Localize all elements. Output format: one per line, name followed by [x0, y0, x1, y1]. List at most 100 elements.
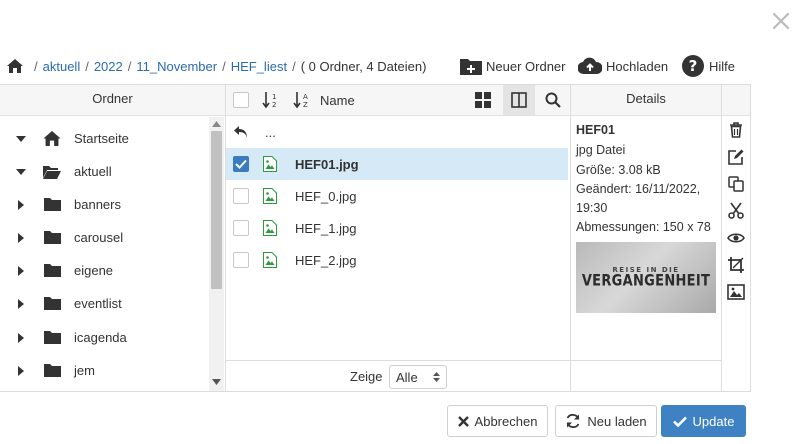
folder-plus-icon — [460, 57, 482, 75]
new-folder-label: Neuer Ordner — [486, 58, 566, 74]
divider — [570, 84, 571, 392]
file-checkbox[interactable] — [233, 252, 249, 268]
breadcrumb-hef-liest[interactable]: HEF_liest — [231, 59, 287, 74]
image-icon[interactable] — [727, 283, 745, 301]
breadcrumb-2022[interactable]: 2022 — [94, 59, 123, 74]
caret-down-icon[interactable] — [14, 132, 28, 146]
breadcrumb-november[interactable]: 11_November — [136, 59, 217, 74]
tree-item-icagenda[interactable]: icagenda — [14, 321, 127, 354]
tree-item-banners[interactable]: banners — [14, 188, 121, 221]
breadcrumb-aktuell[interactable]: aktuell — [43, 59, 81, 74]
breadcrumb-separator: / — [292, 58, 296, 74]
folders-panel-title: Ordner — [92, 91, 133, 106]
reload-button[interactable]: Neu laden — [555, 405, 657, 437]
close-icon[interactable] — [770, 10, 792, 32]
image-preview: REISE IN DIE VERGANGENHEIT — [576, 242, 716, 313]
tree-item-label: Startseite — [74, 131, 129, 146]
cancel-button[interactable]: Abbrechen — [447, 405, 548, 437]
tree-item-startseite[interactable]: Startseite — [14, 122, 129, 155]
back-arrow-icon — [234, 126, 249, 138]
scrollbar-thumb[interactable] — [211, 131, 222, 289]
home-icon — [42, 131, 62, 147]
parent-folder-row[interactable]: ... — [226, 116, 568, 148]
details-filename: HEF01 — [576, 123, 615, 137]
folder-icon — [42, 197, 62, 213]
scroll-up-icon[interactable] — [212, 121, 221, 127]
file-checkbox[interactable] — [233, 156, 249, 172]
caret-right-icon[interactable] — [14, 231, 28, 245]
file-name: HEF_2.jpg — [295, 252, 357, 268]
caret-right-icon[interactable] — [14, 297, 28, 311]
tree-item-carousel[interactable]: carousel — [14, 221, 123, 254]
show-select[interactable]: Alle — [389, 365, 447, 389]
tree-item-label: icagenda — [74, 330, 127, 345]
search-icon[interactable] — [545, 92, 561, 108]
svg-text:2: 2 — [272, 101, 276, 109]
file-row[interactable]: HEF01.jpg — [226, 148, 568, 180]
file-checkbox[interactable] — [233, 188, 249, 204]
folders-scrollbar[interactable] — [209, 117, 224, 391]
details-changed-time: 19:30 — [576, 201, 608, 215]
preview-text-main: VERGANGENHEIT — [581, 272, 711, 291]
image-file-icon — [263, 220, 279, 236]
caret-right-icon[interactable] — [14, 331, 28, 345]
caret-right-icon[interactable] — [14, 198, 28, 212]
sort-ascending-icon[interactable]: 12 — [262, 91, 280, 109]
image-file-icon — [263, 252, 279, 268]
name-column-header[interactable]: Name — [320, 93, 355, 108]
show-label: Zeige — [350, 369, 383, 384]
breadcrumb-separator: / — [127, 58, 132, 74]
help-label: Hilfe — [709, 58, 736, 74]
split-view-button[interactable] — [503, 85, 535, 115]
new-folder-button[interactable]: Neuer Ordner — [460, 54, 565, 78]
sort-alpha-icon[interactable]: AZ — [293, 91, 311, 109]
tree-item-aktuell[interactable]: aktuell — [14, 155, 112, 188]
scroll-down-icon[interactable] — [212, 379, 221, 385]
file-name: HEF_1.jpg — [295, 220, 357, 236]
folder-icon — [42, 296, 62, 312]
help-button[interactable]: ? Hilfe — [681, 54, 735, 78]
copy-icon[interactable] — [727, 175, 745, 193]
svg-text:1: 1 — [272, 93, 276, 101]
folder-icon — [42, 230, 62, 246]
caret-right-icon[interactable] — [14, 364, 28, 378]
divider — [0, 391, 751, 392]
caret-down-icon[interactable] — [14, 165, 28, 179]
caret-right-icon[interactable] — [14, 264, 28, 278]
details-changed: Geändert: 16/11/2022, — [576, 182, 701, 196]
home-icon[interactable] — [7, 59, 23, 73]
cut-icon[interactable] — [727, 202, 745, 220]
tree-item-eventlist[interactable]: eventlist — [14, 287, 122, 320]
folder-icon — [42, 263, 62, 279]
tree-item-label: aktuell — [74, 164, 112, 179]
preview-eye-icon[interactable] — [727, 229, 745, 247]
breadcrumb-summary: ( 0 Ordner, 4 Dateien) — [300, 58, 427, 74]
file-row[interactable]: HEF_1.jpg — [226, 212, 568, 244]
cancel-label: Abbrechen — [474, 413, 538, 429]
check-icon — [235, 159, 247, 169]
tree-item-jem[interactable]: jem — [14, 354, 95, 387]
tree-item-label: eigene — [74, 263, 114, 278]
file-checkbox[interactable] — [233, 220, 249, 236]
folder-icon — [42, 330, 62, 346]
edit-icon[interactable] — [727, 148, 745, 166]
details-dimensions: Abmessungen: 150 x 78 — [576, 220, 711, 234]
file-row[interactable]: HEF_0.jpg — [226, 180, 568, 212]
breadcrumb-separator: / — [222, 58, 226, 74]
select-all-checkbox[interactable] — [233, 92, 249, 108]
svg-text:A: A — [303, 93, 308, 101]
upload-button[interactable]: Hochladen — [578, 54, 668, 78]
details-type: jpg Datei — [576, 143, 626, 157]
file-row[interactable]: HEF_2.jpg — [226, 244, 568, 276]
crop-icon[interactable] — [727, 256, 745, 274]
help-icon: ? — [681, 54, 705, 78]
tree-item-label: banners — [74, 197, 121, 212]
upload-label: Hochladen — [606, 58, 669, 74]
grid-view-icon[interactable] — [475, 92, 491, 108]
update-button[interactable]: Update — [661, 405, 746, 437]
breadcrumb: / aktuell / 2022 / 11_November / HEF_lie… — [7, 56, 426, 76]
trash-icon[interactable] — [727, 121, 745, 139]
breadcrumb-separator: / — [34, 58, 38, 74]
tree-item-eigene[interactable]: eigene — [14, 254, 113, 287]
image-file-icon — [263, 188, 279, 204]
